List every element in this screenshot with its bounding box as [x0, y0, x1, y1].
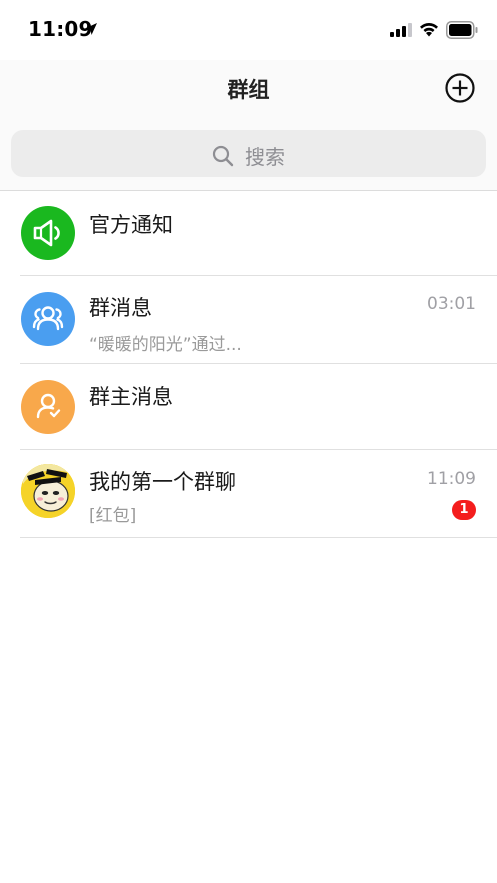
search-placeholder: 搜索 — [245, 145, 286, 169]
page-title: 群组 — [227, 78, 270, 102]
signal-icon — [390, 23, 412, 37]
owner-messages-avatar — [21, 380, 75, 434]
user-check-icon — [36, 393, 61, 419]
group-messages-avatar — [21, 292, 75, 346]
add-group-button[interactable] — [444, 72, 476, 104]
message-preview: [红包] — [89, 506, 137, 526]
wifi-icon — [420, 22, 438, 37]
status-time: 11:09 — [28, 17, 93, 41]
location-arrow-icon — [85, 23, 97, 35]
meme-avatar — [21, 464, 75, 518]
group-name: 群消息 — [89, 296, 152, 320]
list-item-owner-messages[interactable]: 群主消息 — [0, 364, 497, 450]
search-input[interactable]: 搜索 — [11, 130, 486, 177]
message-preview: “暖暖的阳光”通过... — [89, 335, 242, 355]
search-bar: 搜索 — [0, 118, 497, 191]
list-item-group-messages[interactable]: 群消息 “暖暖的阳光”通过... 03:01 — [0, 276, 497, 364]
group-people-icon — [32, 306, 64, 331]
nav-bar: 群组 — [0, 60, 497, 118]
battery-icon — [446, 21, 478, 39]
group-list: 官方通知 群消息 “暖暖的阳光”通过... 03:01 群主消息 我的第一个群聊… — [0, 191, 497, 538]
official-notice-avatar — [21, 206, 75, 260]
search-icon — [212, 145, 234, 166]
status-bar: 11:09 — [0, 0, 497, 60]
group-avatar — [21, 464, 75, 518]
list-item-official-notice[interactable]: 官方通知 — [0, 191, 497, 276]
message-time: 03:01 — [427, 294, 476, 314]
divider — [20, 537, 497, 538]
message-time: 11:09 — [427, 469, 476, 489]
group-name: 官方通知 — [89, 213, 173, 237]
group-name: 群主消息 — [89, 385, 173, 409]
group-name: 我的第一个群聊 — [89, 470, 236, 494]
list-item-my-first-group[interactable]: 我的第一个群聊 [红包] 11:09 1 — [0, 450, 497, 538]
speaker-icon — [33, 219, 60, 247]
unread-badge: 1 — [452, 500, 476, 520]
